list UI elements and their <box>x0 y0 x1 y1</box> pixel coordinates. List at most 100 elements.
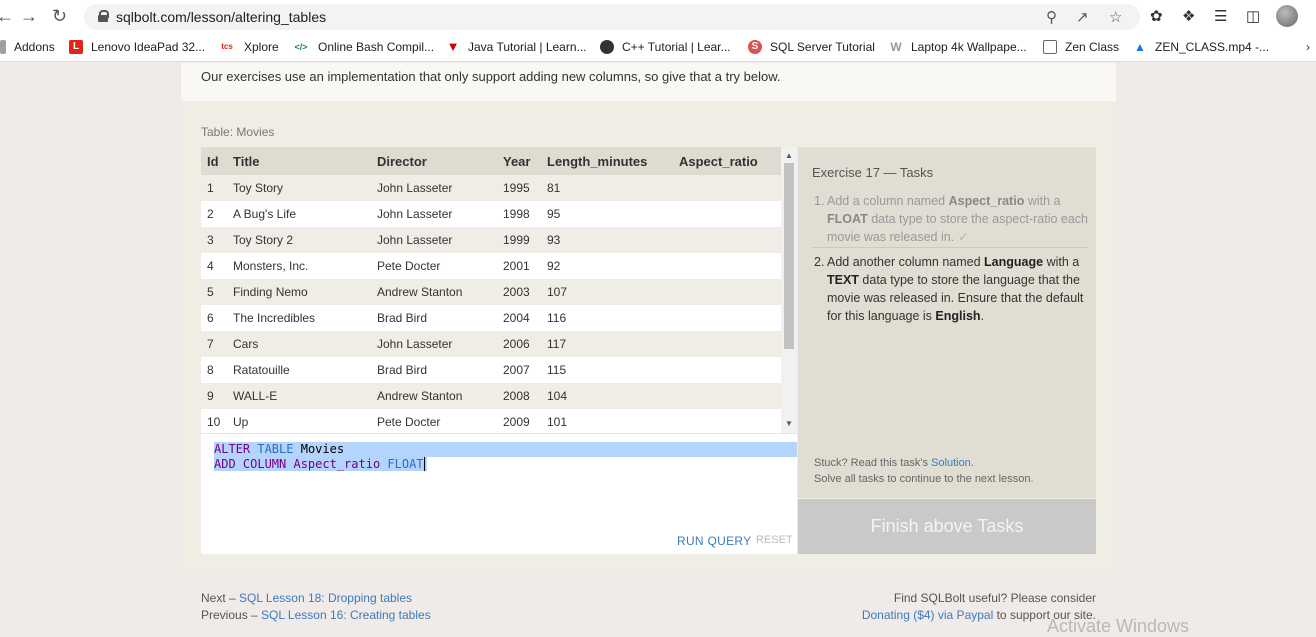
bookmark-xplore[interactable]: tcs Xplore <box>218 40 279 54</box>
table-row: 9 WALL-E Andrew Stanton 2008 104 <box>201 383 781 409</box>
scroll-thumb[interactable] <box>784 163 794 349</box>
bookmark-zen-class[interactable]: Zen Class <box>1043 40 1119 54</box>
table-cell: Andrew Stanton <box>377 389 463 403</box>
table-cell: Up <box>233 415 249 429</box>
table-row: 3 Toy Story 2 John Lasseter 1999 93 <box>201 227 781 253</box>
table-cell: 7 <box>207 337 214 351</box>
wallpaper-icon: W <box>889 40 903 54</box>
star-icon[interactable]: ☆ <box>1109 8 1122 26</box>
task-text-part: Add a column named <box>827 194 949 208</box>
table-cell: 2007 <box>503 363 530 377</box>
table-cell: John Lasseter <box>377 233 453 247</box>
checkmark-icon: ✓ <box>958 230 969 244</box>
column-header: Aspect_ratio <box>679 154 758 169</box>
table-row: 10 Up Pete Docter 2009 101 <box>201 409 781 433</box>
task-number: 2. <box>814 255 825 269</box>
table-cell: 104 <box>547 389 568 403</box>
activate-windows-watermark: Activate Windows <box>1047 616 1190 636</box>
exercise-card: Our exercises use an implementation that… <box>181 63 1116 574</box>
reload-icon[interactable]: ↻ <box>52 6 67 26</box>
bookmark-laptop-wallpaper[interactable]: W Laptop 4k Wallpape... <box>889 40 1027 54</box>
table-row: 4 Monsters, Inc. Pete Docter 2001 92 <box>201 253 781 279</box>
stuck-suffix: . <box>970 457 974 469</box>
share-icon[interactable]: ↗ <box>1076 8 1089 26</box>
bookmark-label: ZEN_CLASS.mp4 -... <box>1155 40 1270 54</box>
column-header: Director <box>377 154 427 169</box>
donate-link[interactable]: Donating ($4) via Paypal <box>862 608 993 622</box>
task-text: Add another column named Language with a… <box>827 253 1089 325</box>
apps-icon <box>0 40 6 54</box>
bookmark-cpp-tutorial[interactable]: C++ Tutorial | Lear... <box>600 40 731 54</box>
stuck-help-text: Stuck? Read this task's Solution. Solve … <box>814 455 1034 487</box>
column-header: Year <box>503 154 531 169</box>
table-caption: Table: Movies <box>201 125 275 139</box>
table-cell: Monsters, Inc. <box>233 259 309 273</box>
lesson-text-strip: Our exercises use an implementation that… <box>181 63 1116 101</box>
bookmark-lenovo[interactable]: L Lenovo IdeaPad 32... <box>69 40 205 54</box>
table-cell: The Incredibles <box>233 311 316 325</box>
task-keyword: English <box>935 309 981 323</box>
tasks-title: Exercise 17 — Tasks <box>812 165 934 180</box>
table-cell: Toy Story <box>233 181 284 195</box>
reset-button[interactable]: RESET <box>756 534 793 546</box>
table-row: 2 A Bug's Life John Lasseter 1998 95 <box>201 201 781 227</box>
tcs-icon: tcs <box>218 40 236 54</box>
code-line-2[interactable]: ADD COLUMN Aspect_ratio FLOAT <box>214 457 427 471</box>
code-icon: </> <box>292 40 310 54</box>
back-arrow-icon[interactable]: ← <box>0 6 14 26</box>
address-bar[interactable]: sqlbolt.com/lesson/altering_tables ⚲ ↗ ☆ <box>84 4 1140 30</box>
solution-link[interactable]: Solution <box>931 457 971 469</box>
table-cell: 93 <box>547 233 561 247</box>
task-keyword: TEXT <box>827 273 859 287</box>
url-text: sqlbolt.com/lesson/altering_tables <box>116 9 327 25</box>
zoom-icon[interactable]: ⚲ <box>1046 8 1057 26</box>
side-panel-icon[interactable]: ◫ <box>1246 7 1260 25</box>
task-text-part: . <box>980 309 985 323</box>
task-text-part: Add another column named <box>827 255 985 269</box>
intro-text: Our exercises use an implementation that… <box>201 69 781 84</box>
zen-class-icon <box>1043 40 1057 54</box>
bookmark-addons[interactable]: Addons <box>0 40 55 54</box>
table-cell: 1995 <box>503 181 530 195</box>
task-keyword: Language <box>984 255 1044 269</box>
bookmark-label: Java Tutorial | Learn... <box>468 40 587 54</box>
column-header: Length_minutes <box>547 154 648 169</box>
bookmark-sql-server[interactable]: S SQL Server Tutorial <box>748 40 875 54</box>
puzzle-extensions-icon[interactable]: ❖ <box>1182 7 1195 25</box>
table-header: Id Title Director Year Length_minutes As… <box>201 147 781 175</box>
run-query-button[interactable]: RUN QUERY <box>677 534 752 548</box>
media-control-icon[interactable]: ☰ <box>1214 7 1227 25</box>
table-cell: WALL-E <box>233 389 278 403</box>
task-keyword: Aspect_ratio <box>948 194 1025 208</box>
table-cell: Ratatouille <box>233 363 290 377</box>
bug-extension-icon[interactable]: ✿ <box>1150 7 1163 25</box>
table-cell: Finding Nemo <box>233 285 308 299</box>
bookmark-zen-class-mp4[interactable]: ▲ ZEN_CLASS.mp4 -... <box>1133 40 1269 54</box>
scroll-up-icon[interactable]: ▲ <box>785 151 793 160</box>
table-scrollbar[interactable]: ▲ ▼ <box>781 147 797 433</box>
table-cell: 5 <box>207 285 214 299</box>
forward-arrow-icon[interactable]: → <box>20 6 38 26</box>
finish-tasks-button[interactable]: Finish above Tasks <box>798 499 1096 554</box>
task-text: Add a column named Aspect_ratio with a F… <box>827 192 1089 246</box>
table-cell: 1998 <box>503 207 530 221</box>
bookmark-label: Laptop 4k Wallpape... <box>911 40 1027 54</box>
lenovo-icon: L <box>69 40 83 54</box>
table-cell: John Lasseter <box>377 337 453 351</box>
previous-lesson-link[interactable]: SQL Lesson 16: Creating tables <box>261 608 431 622</box>
bookmark-java-tutorial[interactable]: ▼ Java Tutorial | Learn... <box>446 40 587 54</box>
bookmark-online-bash[interactable]: </> Online Bash Compil... <box>292 40 434 54</box>
scroll-down-icon[interactable]: ▼ <box>785 419 793 428</box>
table-cell: 9 <box>207 389 214 403</box>
bookmarks-overflow-icon[interactable]: › <box>1306 40 1310 54</box>
code-line-1[interactable]: ALTER TABLE Movies <box>214 442 797 457</box>
code-keyword: TABLE <box>257 442 294 456</box>
table-cell: 10 <box>207 415 221 429</box>
task-text-part: with a <box>1043 255 1080 269</box>
table-row: 6 The Incredibles Brad Bird 2004 116 <box>201 305 781 331</box>
table-cell: 2003 <box>503 285 530 299</box>
next-lesson-link[interactable]: SQL Lesson 18: Dropping tables <box>239 591 412 605</box>
profile-avatar[interactable] <box>1276 5 1298 27</box>
table-cell: 101 <box>547 415 568 429</box>
sql-editor[interactable]: ALTER TABLE Movies ADD COLUMN Aspect_rat… <box>201 433 797 554</box>
